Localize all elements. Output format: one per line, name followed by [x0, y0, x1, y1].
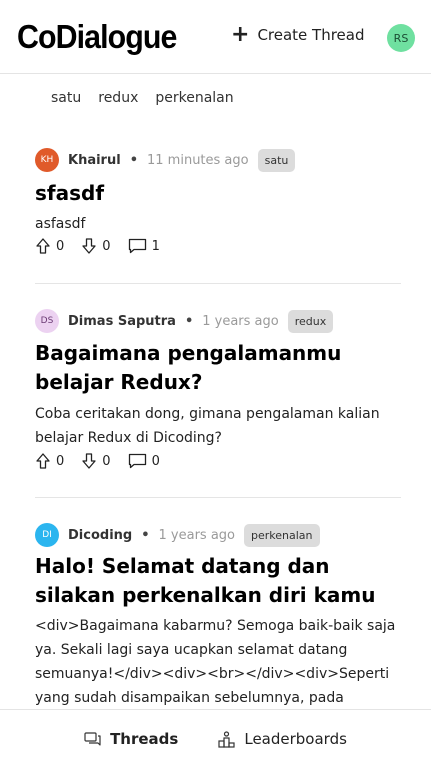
thread-item: DS Dimas Saputra • 1 years ago redux Bag…: [35, 309, 401, 469]
nav-leaderboards-label: Leaderboards: [244, 730, 347, 748]
thread-actions: 0 0 1: [35, 238, 401, 254]
category-redux[interactable]: redux: [98, 90, 138, 106]
thread-body: asfasdf: [35, 216, 86, 232]
downvote-button[interactable]: 0: [81, 453, 111, 469]
category-tag[interactable]: redux: [287, 309, 334, 333]
thread-body: <div>Bagaimana kabarmu? Semoga baik-baik…: [35, 618, 396, 706]
downvote-count: 0: [102, 238, 111, 254]
thread-time: 1 years ago: [202, 313, 279, 329]
thread-actions: 0 0 0: [35, 453, 401, 469]
thread-time: 11 minutes ago: [147, 152, 249, 168]
upvote-button[interactable]: 0: [35, 238, 64, 254]
downvote-count: 0: [102, 453, 111, 469]
author-avatar: DI: [35, 523, 59, 547]
separator-dot: •: [141, 527, 150, 543]
create-thread-button[interactable]: + Create Thread: [231, 22, 365, 47]
downvote-button[interactable]: 0: [81, 238, 111, 254]
comment-count: 1: [151, 238, 160, 254]
author-name: Dimas Saputra: [68, 313, 176, 329]
separator-dot: •: [184, 313, 194, 329]
user-avatar[interactable]: RS: [387, 24, 415, 52]
leaderboard-icon: [218, 730, 235, 748]
category-perkenalan[interactable]: perkenalan: [155, 90, 233, 106]
thread-item: KH Khairul • 11 minutes ago satu sfasdf …: [35, 148, 401, 254]
header: CoDialogue + Create Thread RS: [0, 0, 431, 74]
nav-threads[interactable]: Threads: [84, 730, 178, 748]
thumb-up-icon: [36, 453, 50, 469]
create-thread-label: Create Thread: [257, 26, 365, 44]
thread-title[interactable]: sfasdf: [35, 179, 401, 208]
category-filter: satu redux perkenalan: [51, 90, 234, 106]
comment-icon: [128, 238, 146, 254]
thumb-down-icon: [82, 453, 96, 469]
upvote-count: 0: [56, 238, 65, 254]
nav-leaderboards[interactable]: Leaderboards: [218, 730, 347, 748]
category-tag[interactable]: satu: [257, 148, 296, 172]
comment-count: 0: [151, 453, 160, 469]
chat-bubbles-icon: [84, 731, 101, 746]
comment-button[interactable]: 1: [128, 238, 160, 254]
thread-title[interactable]: Halo! Selamat datang dan silakan perkena…: [35, 552, 401, 610]
nav-threads-label: Threads: [110, 730, 179, 748]
thumb-down-icon: [82, 238, 96, 254]
thread-item: DI Dicoding • 1 years ago perkenalan Hal…: [35, 523, 401, 710]
comment-icon: [128, 453, 146, 469]
divider: [35, 283, 401, 284]
thread-body: Coba ceritakan dong, gimana pengalaman k…: [35, 406, 380, 446]
author-avatar: DS: [35, 309, 59, 333]
separator-dot: •: [129, 152, 138, 168]
divider: [35, 497, 401, 498]
author-name: Khairul: [68, 152, 121, 168]
thread-meta: KH Khairul • 11 minutes ago satu: [35, 148, 401, 172]
logo[interactable]: CoDialogue: [17, 18, 177, 56]
app: CoDialogue + Create Thread RS satu redux…: [0, 0, 431, 768]
upvote-button[interactable]: 0: [35, 453, 64, 469]
author-name: Dicoding: [68, 527, 133, 543]
thumb-up-icon: [36, 238, 50, 254]
thread-meta: DI Dicoding • 1 years ago perkenalan: [35, 523, 401, 547]
author-avatar: KH: [35, 148, 59, 172]
thread-title[interactable]: Bagaimana pengalamanmu belajar Redux?: [35, 339, 401, 397]
category-tag[interactable]: perkenalan: [244, 523, 320, 547]
category-satu[interactable]: satu: [51, 90, 81, 106]
bottom-nav: Threads Leaderboards: [0, 709, 431, 768]
thread-time: 1 years ago: [158, 527, 236, 543]
thread-meta: DS Dimas Saputra • 1 years ago redux: [35, 309, 401, 333]
plus-icon: +: [231, 22, 250, 47]
comment-button[interactable]: 0: [128, 453, 160, 469]
upvote-count: 0: [56, 453, 65, 469]
